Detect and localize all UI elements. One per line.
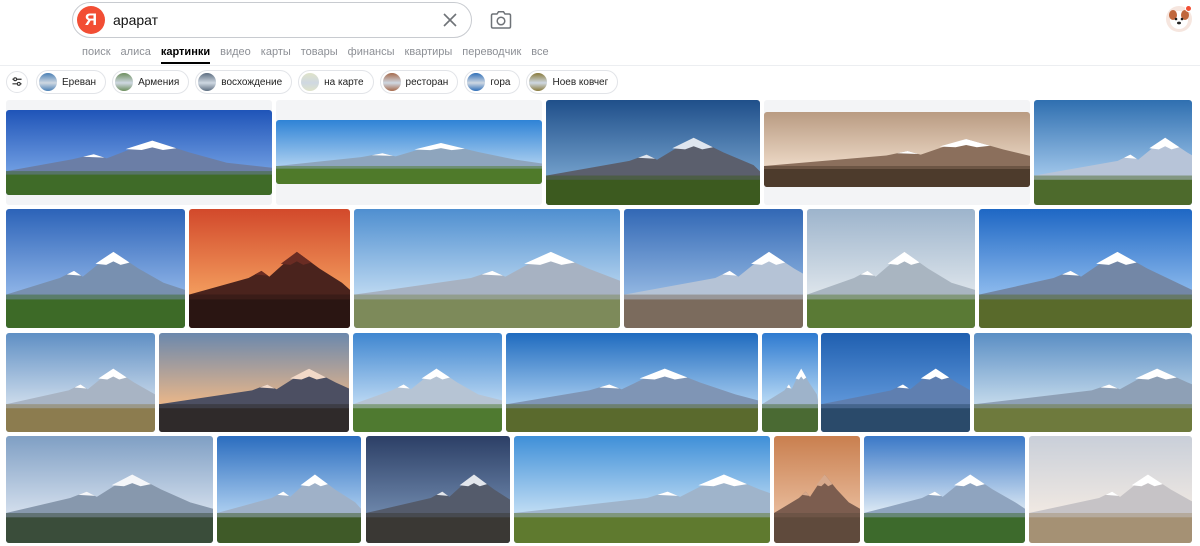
image-result[interactable] — [6, 110, 272, 195]
related-chip[interactable]: восхождение — [195, 70, 293, 94]
image-thumbnail — [979, 209, 1192, 328]
image-thumbnail — [1034, 100, 1192, 205]
related-chip[interactable]: Ноев ковчег — [526, 70, 619, 94]
image-thumbnail — [366, 436, 510, 543]
search-tabs: поиск алиса картинки видео карты товары финанс… — [82, 44, 559, 64]
image-thumbnail — [821, 333, 970, 432]
tab-item[interactable]: товары — [301, 44, 338, 64]
search-input[interactable]: арарат — [113, 3, 158, 37]
image-result[interactable] — [6, 436, 213, 543]
image-result[interactable] — [821, 333, 970, 432]
notification-dot — [1185, 5, 1192, 12]
page: Я арарат поиск алиса картинки видео карты тов… — [0, 0, 1200, 546]
image-result[interactable] — [1034, 100, 1192, 205]
image-result[interactable] — [354, 209, 620, 328]
image-result[interactable] — [762, 333, 818, 432]
image-thumbnail — [217, 436, 361, 543]
related-chip[interactable]: гора — [464, 70, 521, 94]
filter-icon — [12, 77, 22, 86]
filter-button[interactable] — [6, 71, 28, 93]
image-thumbnail — [276, 120, 542, 184]
chip-thumbnail — [467, 73, 486, 91]
image-result[interactable] — [189, 209, 350, 328]
image-thumbnail — [774, 436, 860, 543]
chip-label: на карте — [324, 76, 364, 88]
image-result[interactable] — [506, 333, 758, 432]
image-thumbnail — [6, 333, 155, 432]
image-result[interactable] — [774, 436, 860, 543]
image-result[interactable] — [974, 333, 1192, 432]
image-thumbnail — [6, 436, 213, 543]
yandex-logo[interactable]: Я — [77, 6, 105, 34]
chip-thumbnail — [198, 73, 217, 91]
related-chip[interactable]: на карте — [298, 70, 374, 94]
tab-item[interactable]: видео — [220, 44, 251, 64]
image-result[interactable] — [864, 436, 1025, 543]
clear-icon[interactable] — [441, 11, 459, 29]
chip-label: Армения — [138, 76, 180, 88]
tab-item[interactable]: финансы — [348, 44, 395, 64]
chip-thumbnail — [301, 73, 320, 91]
tab-item[interactable]: переводчик — [462, 44, 521, 64]
image-thumbnail — [546, 100, 760, 205]
tab-item[interactable]: поиск — [82, 44, 111, 64]
image-result[interactable] — [217, 436, 361, 543]
image-thumbnail — [353, 333, 502, 432]
image-result[interactable] — [1029, 436, 1192, 543]
image-thumbnail — [189, 209, 350, 328]
related-chip[interactable]: ресторан — [379, 70, 459, 94]
image-thumbnail — [354, 209, 620, 328]
image-result[interactable] — [353, 333, 502, 432]
image-result[interactable] — [764, 112, 1030, 187]
image-result[interactable] — [6, 209, 185, 328]
image-result[interactable] — [979, 209, 1192, 328]
image-result[interactable] — [159, 333, 349, 432]
image-result[interactable] — [276, 120, 542, 184]
image-thumbnail — [514, 436, 770, 543]
header-divider — [0, 65, 1200, 66]
chip-thumbnail — [115, 73, 134, 91]
image-thumbnail — [974, 333, 1192, 432]
image-result[interactable] — [366, 436, 510, 543]
image-result[interactable] — [807, 209, 975, 328]
chip-thumbnail — [382, 73, 401, 91]
chip-thumbnail — [39, 73, 57, 91]
image-thumbnail — [6, 209, 185, 328]
chip-label: гора — [490, 76, 511, 88]
chip-label: Ноев ковчег — [552, 76, 609, 88]
image-thumbnail — [762, 333, 818, 432]
image-result[interactable] — [514, 436, 770, 543]
tab-item[interactable]: карты — [261, 44, 291, 64]
image-thumbnail — [6, 110, 272, 195]
image-thumbnail — [807, 209, 975, 328]
image-result[interactable] — [6, 333, 155, 432]
image-thumbnail — [764, 112, 1030, 187]
related-chips: Ереван Армения восхождение на карте ресторан… — [6, 70, 624, 94]
chip-label: ресторан — [405, 76, 449, 88]
related-chip[interactable]: Ереван — [36, 70, 107, 94]
tab-item[interactable]: квартиры — [405, 44, 453, 64]
chip-label: Ереван — [62, 76, 97, 88]
tab-item[interactable]: алиса — [121, 44, 151, 64]
camera-search-icon[interactable] — [490, 10, 512, 30]
image-thumbnail — [506, 333, 758, 432]
tab-item[interactable]: картинки — [160, 44, 211, 64]
related-chip[interactable]: Армения — [112, 70, 190, 94]
chip-label: восхождение — [221, 76, 283, 88]
image-thumbnail — [1029, 436, 1192, 543]
image-thumbnail — [624, 209, 803, 328]
chip-thumbnail — [529, 73, 548, 91]
tab-item[interactable]: все — [531, 44, 548, 64]
image-result[interactable] — [546, 100, 760, 205]
image-result[interactable] — [624, 209, 803, 328]
image-thumbnail — [159, 333, 349, 432]
search-box[interactable]: Я арарат — [72, 2, 472, 38]
image-thumbnail — [864, 436, 1025, 543]
